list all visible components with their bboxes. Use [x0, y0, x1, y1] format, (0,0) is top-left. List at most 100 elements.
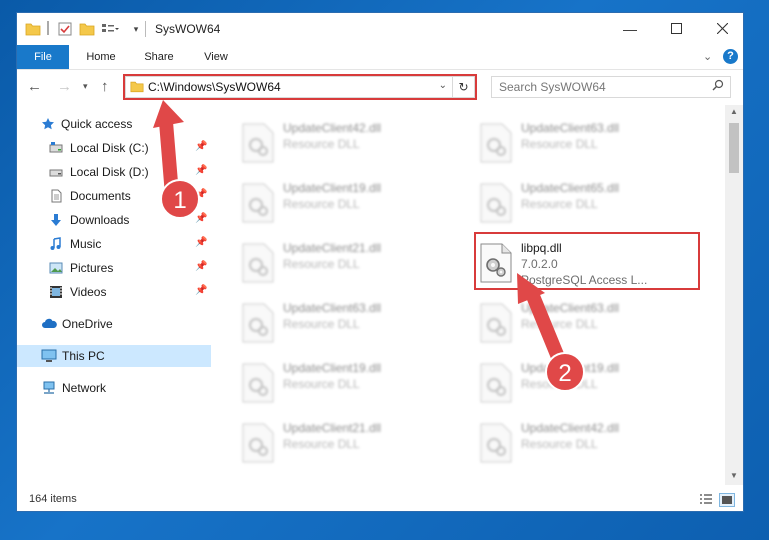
- drive-icon: [49, 141, 63, 155]
- arrow-right-icon: →: [57, 78, 72, 95]
- file-name: UpdateClient63.dll: [521, 121, 620, 135]
- sidebar-item-documents[interactable]: Documents 📌: [17, 185, 211, 207]
- file-item[interactable]: UpdateClient21.dll Resource DLL: [211, 417, 439, 473]
- star-icon: [41, 117, 55, 131]
- file-description: Resource DLL: [521, 377, 598, 391]
- dll-file-icon: [479, 303, 513, 343]
- file-name: UpdateClient65.dll: [521, 181, 620, 195]
- sidebar-item-label: Local Disk (D:): [70, 165, 149, 179]
- tab-file[interactable]: File: [17, 45, 69, 69]
- tiles-view-icon[interactable]: [719, 493, 735, 507]
- sidebar-item-local-disk-c[interactable]: Local Disk (C:) 📌: [17, 137, 211, 159]
- sidebar-item-label: Local Disk (C:): [70, 141, 149, 155]
- arrow-left-icon: ←: [27, 78, 42, 95]
- sidebar-item-label: Quick access: [61, 117, 133, 131]
- back-button[interactable]: ←: [27, 78, 42, 95]
- pin-icon[interactable]: 📌: [195, 165, 207, 176]
- tab-home[interactable]: Home: [77, 45, 125, 69]
- dll-file-icon: [241, 243, 275, 283]
- file-description: Resource DLL: [283, 257, 360, 271]
- pin-icon[interactable]: 📌: [195, 213, 207, 224]
- drive-icon: [49, 165, 63, 179]
- dll-file-icon: [241, 423, 275, 463]
- scroll-down-icon[interactable]: ▼: [730, 471, 738, 480]
- search-box[interactable]: Search SysWOW64: [491, 76, 731, 98]
- file-description: Resource DLL: [521, 137, 598, 151]
- file-item[interactable]: UpdateClient19.dll Resource DLL: [211, 177, 439, 233]
- file-item[interactable]: UpdateClient21.dll Resource DLL: [211, 237, 439, 293]
- file-item[interactable]: UpdateClient42.dll Resource DLL: [449, 417, 677, 473]
- pin-icon[interactable]: 📌: [195, 261, 207, 272]
- sidebar-item-label: Network: [62, 381, 107, 395]
- folder-icon: [25, 21, 41, 37]
- download-icon: [49, 213, 63, 227]
- item-count: 164 items: [29, 493, 77, 505]
- explorer-window: ▾ SysWOW64 — File Home Share View ⌄ ? ← …: [16, 12, 744, 512]
- pin-icon[interactable]: 📌: [195, 189, 207, 200]
- help-icon[interactable]: ?: [723, 49, 738, 64]
- file-item[interactable]: UpdateClient63.dll Resource DLL: [211, 297, 439, 353]
- pin-icon[interactable]: 📌: [195, 285, 207, 296]
- sidebar-item-pictures[interactable]: Pictures 📌: [17, 257, 211, 279]
- libpq-highlight-box: [474, 232, 700, 290]
- sidebar-item-label: OneDrive: [62, 317, 113, 331]
- search-icon: [712, 79, 724, 94]
- forward-button[interactable]: →: [57, 78, 72, 95]
- search-placeholder: Search SysWOW64: [499, 80, 606, 94]
- dll-file-icon: [479, 183, 513, 223]
- file-name: UpdateClient19.dll: [283, 181, 382, 195]
- sidebar-item-downloads[interactable]: Downloads 📌: [17, 209, 211, 231]
- file-name: UpdateClient42.dll: [521, 421, 620, 435]
- close-button[interactable]: [699, 13, 743, 45]
- tab-view[interactable]: View: [193, 45, 239, 69]
- status-bar: 164 items: [17, 489, 743, 511]
- cloud-icon: [41, 317, 57, 331]
- maximize-button[interactable]: [653, 13, 699, 45]
- file-item[interactable]: UpdateClient65.dll Resource DLL: [449, 177, 677, 233]
- sidebar-item-network[interactable]: Network: [17, 377, 211, 399]
- title-bar: ▾ SysWOW64 —: [17, 13, 743, 45]
- music-icon: [49, 237, 63, 251]
- dll-file-icon: [479, 423, 513, 463]
- tab-share[interactable]: Share: [135, 45, 183, 69]
- file-description: Resource DLL: [283, 137, 360, 151]
- scroll-thumb[interactable]: [729, 123, 739, 173]
- file-name: UpdateClient63.dll: [283, 301, 382, 315]
- maximize-icon: [670, 21, 682, 37]
- recent-locations-button[interactable]: ▾: [83, 81, 88, 92]
- file-item[interactable]: UpdateClient63.dll Resource DLL: [449, 117, 677, 173]
- window-title: SysWOW64: [155, 22, 221, 36]
- sidebar-item-onedrive[interactable]: OneDrive: [17, 313, 211, 335]
- sidebar-item-label: Pictures: [70, 261, 114, 275]
- sidebar-item-local-disk-d[interactable]: Local Disk (D:) 📌: [17, 161, 211, 183]
- expand-ribbon-icon[interactable]: ⌄: [703, 50, 712, 63]
- sidebar-item-this-pc[interactable]: This PC: [17, 345, 211, 367]
- sidebar-item-quick-access[interactable]: Quick access: [17, 113, 211, 135]
- chevron-down-icon[interactable]: ▾: [131, 21, 141, 37]
- file-item[interactable]: UpdateClient42.dll Resource DLL: [211, 117, 439, 173]
- dll-file-icon: [241, 303, 275, 343]
- new-folder-icon[interactable]: [79, 21, 95, 37]
- customize-icon[interactable]: [101, 21, 119, 37]
- file-name: UpdateClient63.dll: [521, 301, 620, 315]
- separator: [145, 21, 146, 37]
- file-item[interactable]: UpdateClient63.dll Resource DLL: [449, 297, 677, 353]
- sidebar-item-music[interactable]: Music 📌: [17, 233, 211, 255]
- sidebar-item-label: Documents: [70, 189, 131, 203]
- navigation-bar: ← → ▾ ↑ C:\Windows\SysWOW64 ⌄ ↻ Search S…: [17, 70, 743, 104]
- file-description: Resource DLL: [521, 197, 598, 211]
- details-view-icon[interactable]: [699, 493, 713, 505]
- vertical-scrollbar[interactable]: ▲ ▼: [725, 105, 743, 485]
- videos-icon: [49, 285, 63, 299]
- file-item[interactable]: UpdateClient19.dll Resource DLL: [211, 357, 439, 413]
- scroll-up-icon[interactable]: ▲: [730, 107, 738, 116]
- pin-icon[interactable]: 📌: [195, 237, 207, 248]
- up-button[interactable]: ↑: [101, 78, 109, 95]
- file-item[interactable]: UpdateClient19.dll Resource DLL: [449, 357, 677, 413]
- properties-icon[interactable]: [57, 21, 73, 37]
- dll-file-icon: [479, 363, 513, 403]
- minimize-icon: —: [623, 21, 637, 37]
- pin-icon[interactable]: 📌: [195, 141, 207, 152]
- minimize-button[interactable]: —: [607, 13, 653, 45]
- sidebar-item-videos[interactable]: Videos 📌: [17, 281, 211, 303]
